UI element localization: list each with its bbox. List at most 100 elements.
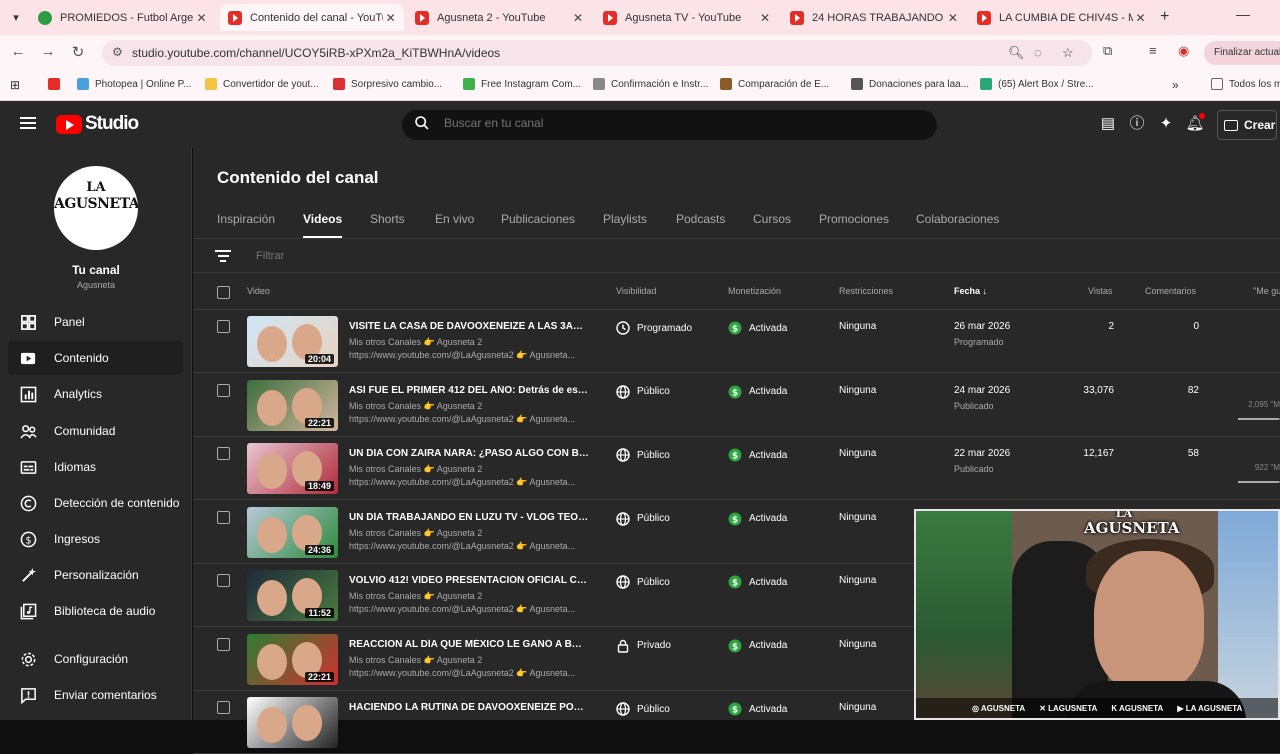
browser-tab[interactable]: Contenido del canal - YouTub ✕: [220, 4, 404, 31]
table-row[interactable]: 22:21 ASÍ FUE EL PRIMER 412 DEL AÑO: Detr…: [193, 374, 1280, 437]
visibility-cell[interactable]: Público: [616, 448, 670, 462]
bookmark-item[interactable]: (65) Alert Box / Stre...: [980, 78, 1094, 90]
bookmark-star-icon[interactable]: ☆: [1062, 45, 1074, 61]
close-tab-icon[interactable]: ✕: [757, 11, 773, 25]
video-title[interactable]: VOLVIÓ 412! VIDEO PRESENTACIÓN OFICIAL C…: [349, 575, 589, 586]
close-tab-icon[interactable]: ✕: [570, 11, 586, 25]
youtube-bookmark-icon[interactable]: [48, 78, 66, 90]
monetization-cell[interactable]: $ Activada: [728, 702, 787, 716]
sidebar-item-analytics[interactable]: Analytics: [8, 377, 183, 411]
sidebar-item-contenido[interactable]: Contenido: [8, 341, 183, 375]
table-row[interactable]: 18:49 UN DIA CON ZAIRA NARA: ¿PASO ALGO C…: [193, 437, 1280, 500]
video-thumbnail[interactable]: 18:49: [247, 443, 338, 494]
column-header-views[interactable]: Vistas: [1088, 286, 1112, 296]
select-all-checkbox[interactable]: [217, 286, 230, 299]
apps-grid-icon[interactable]: ⊞: [10, 78, 20, 92]
tab-colaboraciones[interactable]: Colaboraciones: [916, 212, 999, 226]
create-button[interactable]: Crear: [1217, 110, 1277, 140]
video-title[interactable]: UN DÍA TRABAJANDO EN LUZU TV - VLOG TEOM…: [349, 512, 589, 523]
close-tab-icon[interactable]: ✕: [1133, 11, 1148, 25]
back-button[interactable]: ←: [8, 43, 28, 60]
visibility-cell[interactable]: Privado: [616, 639, 671, 653]
tab-inspiracion[interactable]: Inspiración: [217, 212, 275, 226]
sidebar-item-configuracion[interactable]: Configuración: [8, 642, 183, 676]
channel-avatar[interactable]: LA AGUSNETA: [54, 166, 138, 250]
video-title[interactable]: REACCION AL DÍA QUE MÉXICO LE GANÓ A BRA…: [349, 639, 589, 650]
tab-videos[interactable]: Videos: [303, 212, 343, 239]
column-header-monetization[interactable]: Monetización: [728, 286, 781, 296]
sidebar-item-idiomas[interactable]: Idiomas: [8, 450, 183, 484]
table-row[interactable]: 20:04 VISITÉ LA CASA DE DAVOOXENEIZE A LA…: [193, 310, 1280, 373]
visibility-cell[interactable]: Público: [616, 702, 670, 716]
row-checkbox[interactable]: [217, 447, 230, 460]
video-title[interactable]: HACIENDO LA RUTINA DE DAVOOXENEIZE POR 2…: [349, 702, 589, 713]
eye-off-icon[interactable]: ◌: [1034, 45, 1042, 60]
visibility-cell[interactable]: Programado: [616, 321, 692, 335]
sidebar-item-deteccion-de-contenido[interactable]: Detección de contenido: [8, 486, 183, 520]
close-tab-icon[interactable]: ✕: [946, 11, 960, 25]
video-title[interactable]: UN DIA CON ZAIRA NARA: ¿PASO ALGO CON BA…: [349, 448, 589, 459]
browser-tab[interactable]: 24 HORAS TRABAJANDO CO✕: [782, 4, 966, 31]
minimize-window-button[interactable]: —: [1236, 6, 1250, 22]
monetization-cell[interactable]: $ Activada: [728, 575, 787, 589]
zoom-icon[interactable]: 🔍︎: [1008, 45, 1025, 61]
messages-icon[interactable]: ▤: [1098, 114, 1118, 134]
column-header-likes[interactable]: "Me gu: [1253, 286, 1280, 296]
row-checkbox[interactable]: [217, 383, 230, 397]
close-tab-icon[interactable]: ✕: [194, 11, 209, 25]
tab-publicaciones[interactable]: Publicaciones: [501, 212, 575, 226]
media-controls-icon[interactable]: ≡: [1149, 43, 1157, 58]
profile-icon[interactable]: ◉: [1178, 43, 1189, 59]
bookmark-item[interactable]: Convertidor de yout...: [205, 78, 319, 90]
all-bookmarks-folder[interactable]: Todos los m: [1211, 78, 1280, 90]
browser-tab[interactable]: LA CUMBIA DE CHIV4S - MII ✕: [969, 4, 1154, 31]
channel-search-box[interactable]: [402, 110, 937, 140]
youtube-studio-logo[interactable]: Studio: [56, 113, 139, 135]
new-tab-button[interactable]: +: [1160, 8, 1169, 26]
visibility-cell[interactable]: Público: [616, 384, 670, 399]
bookmark-item[interactable]: Free Instagram Com...: [463, 78, 581, 90]
video-thumbnail[interactable]: 24:36: [247, 506, 338, 558]
sidebar-item-ingresos[interactable]: $ Ingresos: [8, 522, 183, 556]
menu-icon[interactable]: [20, 117, 36, 129]
row-checkbox[interactable]: [217, 574, 230, 587]
tab-promociones[interactable]: Promociones: [819, 212, 889, 226]
video-title[interactable]: VISITÉ LA CASA DE DAVOOXENEIZE A LAS 3AM…: [349, 321, 589, 332]
column-header-restrictions[interactable]: Restricciones: [839, 286, 893, 296]
browser-tab[interactable]: PROMIEDOS - Futbol Argent ✕: [30, 4, 215, 31]
forward-button[interactable]: →: [38, 43, 58, 60]
monetization-cell[interactable]: $ Activada: [728, 512, 787, 526]
visibility-cell[interactable]: Público: [616, 511, 670, 526]
row-checkbox[interactable]: [217, 701, 230, 714]
sidebar-item-personalizacion[interactable]: Personalización: [8, 558, 183, 592]
browser-tab[interactable]: Agusneta 2 - YouTube ✕: [407, 4, 592, 31]
row-checkbox[interactable]: [217, 510, 230, 524]
video-thumbnail[interactable]: [247, 697, 338, 748]
tab-shorts[interactable]: Shorts: [370, 212, 405, 226]
reload-button[interactable]: ↻: [68, 43, 88, 61]
video-thumbnail[interactable]: 11:52: [247, 570, 338, 621]
bookmark-item[interactable]: Confirmación e Instr...: [593, 78, 708, 90]
monetization-cell[interactable]: $ Activada: [728, 385, 787, 399]
bookmark-item[interactable]: Sorpresivo cambio...: [333, 78, 442, 90]
monetization-cell[interactable]: $ Activada: [728, 639, 787, 653]
site-info-icon[interactable]: ⚙: [112, 45, 123, 59]
row-checkbox[interactable]: [217, 320, 230, 333]
extensions-icon[interactable]: ⧉: [1103, 43, 1112, 59]
tab-cursos[interactable]: Cursos: [753, 212, 791, 226]
tab-playlists[interactable]: Playlists: [603, 212, 647, 226]
help-icon[interactable]: ⓘ: [1127, 114, 1147, 134]
column-header-visibility[interactable]: Visibilidad: [616, 286, 656, 296]
video-thumbnail[interactable]: 22:21: [247, 379, 338, 431]
bookmark-item[interactable]: Comparación de E...: [720, 78, 829, 90]
sparkle-icon[interactable]: ✦: [1156, 114, 1176, 134]
sidebar-item-biblioteca-de-audio[interactable]: Biblioteca de audio: [8, 594, 183, 628]
search-input[interactable]: [444, 116, 914, 130]
filter-input[interactable]: [256, 250, 556, 262]
finalizar-actualizacion-button[interactable]: Finalizar actual: [1204, 41, 1280, 65]
visibility-cell[interactable]: Público: [616, 575, 670, 589]
monetization-cell[interactable]: $ Activada: [728, 321, 787, 335]
bookmark-item[interactable]: Photopea | Online P...: [77, 78, 191, 90]
filter-icon[interactable]: [215, 250, 231, 265]
sidebar-item-comunidad[interactable]: Comunidad: [8, 414, 183, 448]
